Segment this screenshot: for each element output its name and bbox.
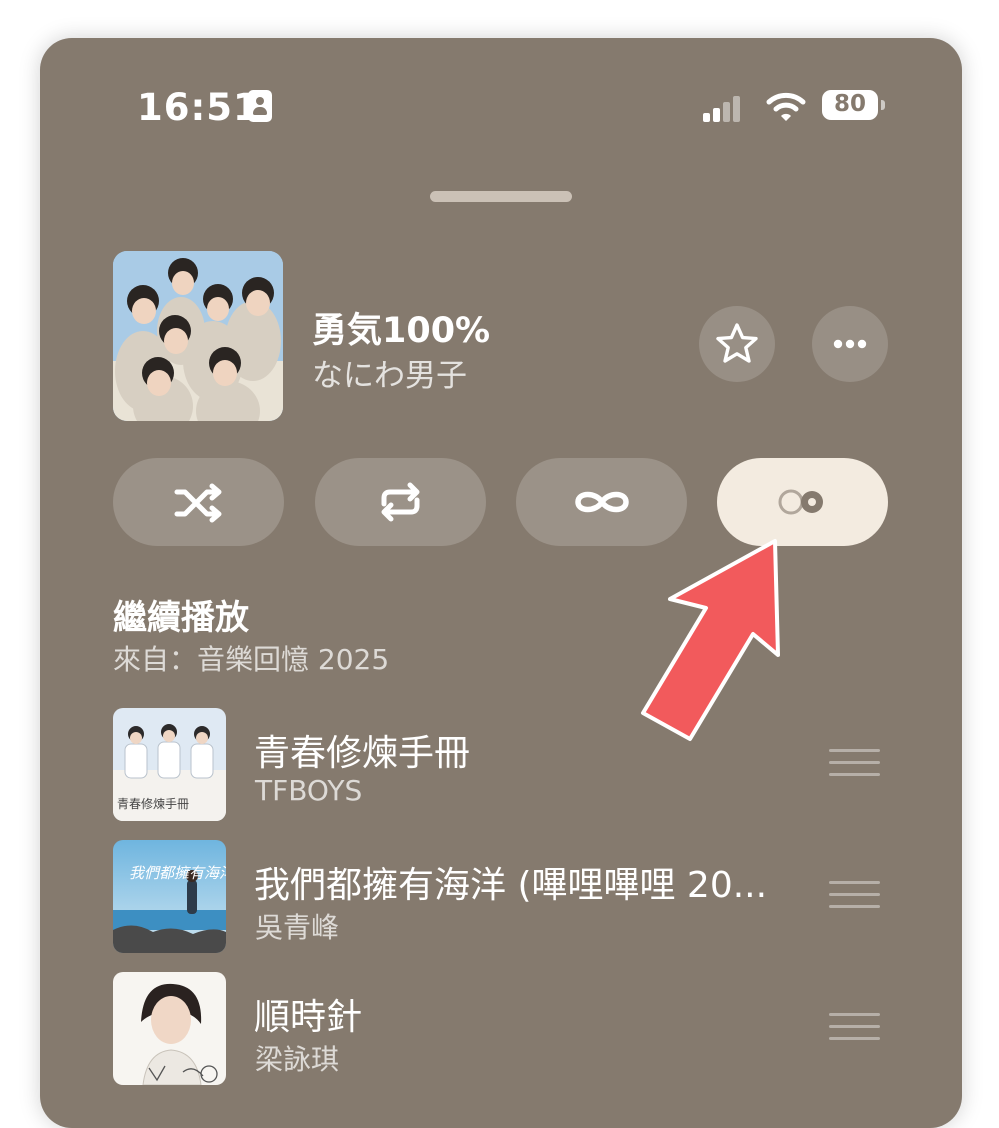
queue-row[interactable]: 我們都擁有海洋 我們都擁有海洋 (嗶哩嗶哩 20... 吳青峰	[40, 840, 962, 954]
battery-level: 80	[833, 91, 866, 117]
svg-text:青春修煉手冊: 青春修煉手冊	[117, 796, 189, 811]
queue-item-artist: 梁詠琪	[255, 1043, 340, 1076]
queue-album-art	[113, 972, 226, 1085]
repeat-icon	[381, 482, 420, 522]
queue-row[interactable]: 青春修煉手冊 青春修煉手冊 TFBOYS	[40, 708, 962, 822]
queue-album-art: 我們都擁有海洋	[113, 840, 226, 953]
status-time: 16:51	[137, 86, 260, 129]
reorder-handle-icon[interactable]	[829, 881, 880, 909]
queue-source[interactable]: 來自：音樂回憶 2025	[113, 638, 389, 678]
queue-album-art: 青春修煉手冊	[113, 708, 226, 821]
now-playing-album-art[interactable]	[113, 251, 283, 421]
music-player-sheet: 16:51 80 勇気100% なにわ男子 繼續播放 來自：音樂回憶 2025 …	[40, 38, 962, 1128]
wifi-icon	[766, 92, 806, 121]
favorite-button[interactable]	[699, 306, 775, 382]
status-bar: 16:51 80	[40, 38, 962, 168]
queue-item-title: 我們都擁有海洋 (嗶哩嗶哩 20...	[254, 865, 768, 906]
battery-icon: 80	[822, 90, 878, 120]
queue-item-title: 順時針	[254, 997, 363, 1038]
star-icon	[716, 323, 758, 363]
now-playing-artist[interactable]: なにわ男子	[312, 350, 467, 395]
now-playing-title[interactable]: 勇気100%	[312, 302, 490, 353]
svg-text:我們都擁有海洋: 我們都擁有海洋	[129, 864, 226, 882]
queue-heading: 繼續播放	[113, 598, 249, 638]
queue-item-artist: TFBOYS	[255, 774, 363, 807]
queue-item-artist: 吳青峰	[255, 911, 340, 944]
battery-cap	[881, 100, 885, 110]
cellular-signal-icon	[703, 94, 749, 122]
more-options-button[interactable]	[812, 306, 888, 382]
repeat-button[interactable]	[315, 458, 486, 546]
annotation-arrow-icon	[641, 539, 780, 741]
queue-row[interactable]: 順時針 梁詠琪	[40, 972, 962, 1086]
sheet-grabber[interactable]	[430, 191, 572, 202]
contact-card-icon	[248, 90, 272, 122]
shuffle-button[interactable]	[113, 458, 284, 546]
ellipsis-icon	[833, 339, 867, 349]
reorder-handle-icon[interactable]	[829, 749, 880, 777]
shuffle-icon	[174, 483, 222, 523]
reorder-handle-icon[interactable]	[829, 1013, 880, 1041]
